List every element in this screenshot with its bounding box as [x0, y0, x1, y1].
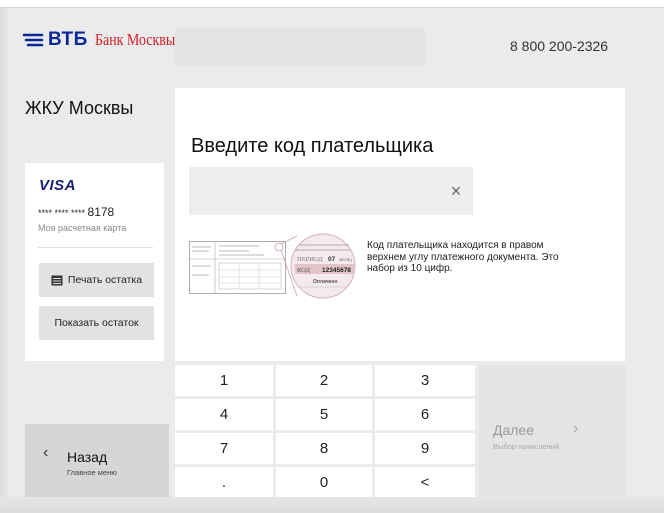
- key-2[interactable]: 2: [276, 365, 372, 396]
- next-sublabel: Выбор начислений: [493, 442, 560, 451]
- key-3[interactable]: 3: [375, 365, 475, 396]
- payer-code-input[interactable]: [189, 167, 473, 215]
- card-name: Моя расчетная карта: [38, 223, 127, 233]
- support-phone: 8 800 200-2326: [510, 38, 609, 54]
- payer-code-prompt: Введите код плательщика: [191, 135, 434, 157]
- logo-bank-text: Банк Москвы: [94, 30, 175, 49]
- bottom-shadow: [0, 497, 664, 513]
- visa-logo: VISA: [39, 177, 77, 194]
- next-label: Далее: [493, 422, 535, 438]
- window-top-edge: [0, 0, 664, 8]
- clear-input-icon[interactable]: ×: [445, 180, 467, 202]
- doc-paid-label: Оплачено: [313, 279, 338, 285]
- key-6[interactable]: 6: [375, 399, 475, 430]
- card-panel: VISA **** **** **** 8178 Моя расчетная к…: [25, 163, 164, 361]
- back-sublabel: Главное меню: [67, 468, 117, 477]
- key-backspace[interactable]: <: [375, 467, 475, 497]
- header-blank-field: [175, 28, 425, 66]
- print-balance-label: Печать остатка: [67, 274, 143, 286]
- vtb-logo-icon: [22, 33, 44, 47]
- key-dot[interactable]: .: [175, 467, 273, 497]
- doc-period-label: ПЕРИОД: [297, 256, 323, 263]
- payer-code-hint: Код плательщика находится в правом верхн…: [367, 240, 559, 274]
- key-0[interactable]: 0: [276, 467, 372, 497]
- back-label: Назад: [67, 449, 108, 465]
- key-7[interactable]: 7: [175, 433, 273, 464]
- vtb-bank-moscow-logo: ВТБ Банк Москвы: [22, 26, 193, 54]
- doc-period-unit: месяц: [339, 257, 352, 262]
- doc-period-value: 07: [328, 256, 336, 263]
- key-8[interactable]: 8: [276, 433, 372, 464]
- doc-code-value: 12345678: [322, 267, 351, 274]
- printer-icon: [51, 275, 63, 285]
- numeric-keypad: 1 2 3 4 5 6 7 8 9 . 0 <: [175, 365, 475, 497]
- show-balance-button[interactable]: Показать остаток: [39, 306, 154, 340]
- doc-code-label: КОД: [297, 267, 311, 274]
- left-shadow: [0, 8, 10, 513]
- key-4[interactable]: 4: [175, 399, 273, 430]
- logo-vtb-text: ВТБ: [48, 29, 88, 50]
- chevron-left-icon: ‹: [43, 444, 49, 461]
- card-number-mask: **** **** ****: [38, 208, 88, 218]
- payer-code-panel: Введите код плательщика × ПЕРИОД 07 меся…: [175, 88, 625, 361]
- print-balance-button[interactable]: Печать остатка: [39, 263, 154, 297]
- chevron-right-icon: ›: [573, 420, 579, 437]
- card-divider: [38, 247, 153, 248]
- next-button[interactable]: Далее › Выбор начислений: [479, 365, 625, 497]
- key-9[interactable]: 9: [375, 433, 475, 464]
- back-button[interactable]: ‹ Назад Главное меню: [25, 424, 169, 497]
- key-5[interactable]: 5: [276, 399, 372, 430]
- service-title: ЖКУ Москвы: [25, 98, 134, 118]
- card-last4: 8178: [87, 205, 115, 219]
- key-1[interactable]: 1: [175, 365, 273, 396]
- card-number: **** **** **** 8178: [38, 205, 114, 219]
- payment-document-illustration: ПЕРИОД 07 месяц КОД 12345678 Оплачено: [189, 233, 356, 299]
